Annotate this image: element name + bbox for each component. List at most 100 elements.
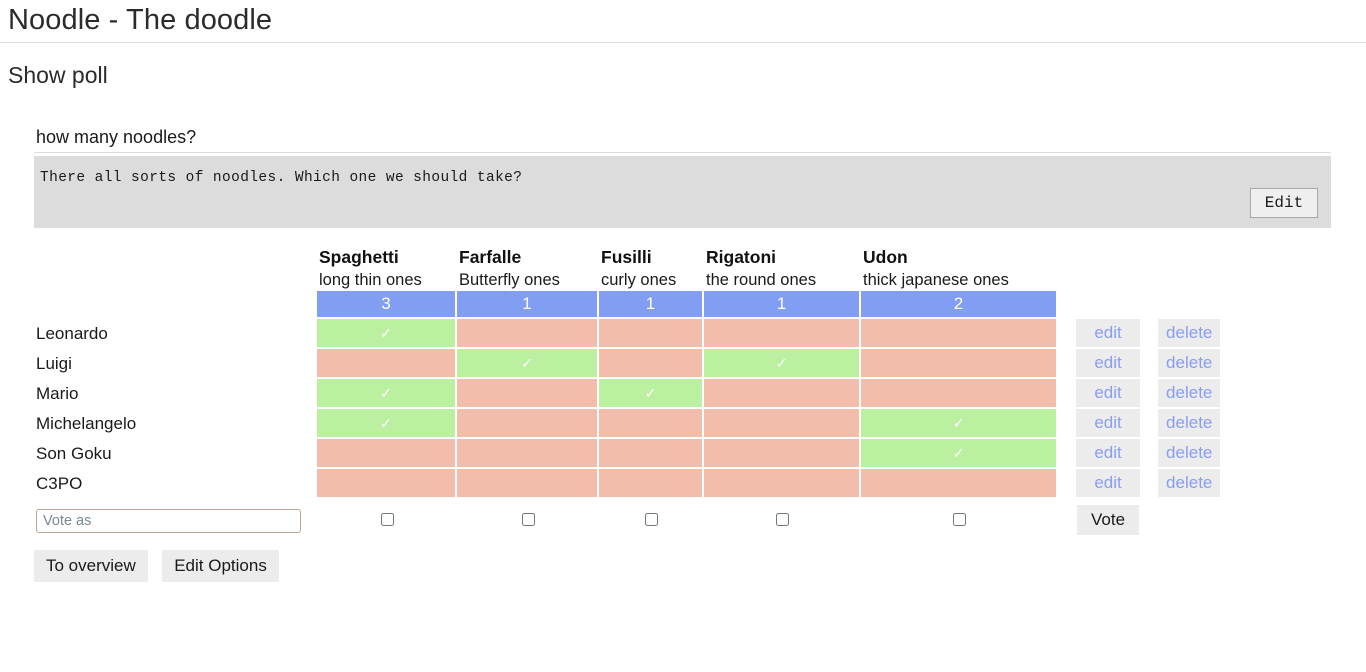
vote-button[interactable]: Vote [1077, 505, 1140, 535]
option-name: Rigatoni [706, 247, 776, 267]
action-gap [1058, 319, 1076, 349]
edit-vote-cell[interactable]: edit [1076, 469, 1141, 499]
check-icon: ✓ [952, 444, 965, 461]
edit-vote-cell[interactable]: edit [1076, 409, 1141, 439]
table-row: Michelangelo ✓ ✓ edit delete [34, 409, 1221, 439]
vote-cell-no [704, 409, 861, 439]
vote-cell-no [599, 349, 704, 379]
option-checkbox-cell [317, 499, 457, 538]
action-head-spacer-count [1058, 291, 1076, 319]
edit-options-button[interactable]: Edit Options [162, 550, 279, 582]
delete-vote-link[interactable]: delete [1166, 413, 1212, 432]
action-gap [1058, 409, 1076, 439]
poll-table-container: Spaghetti long thin ones Farfalle Butterfly… [34, 246, 1221, 538]
participant-name: Luigi [36, 354, 72, 373]
table-row: Luigi ✓ ✓ edit delete [34, 349, 1221, 379]
edit-description-button[interactable]: Edit [1250, 188, 1318, 218]
delete-vote-cell[interactable]: delete [1158, 469, 1221, 499]
option-description: the round ones [706, 271, 817, 289]
delete-vote-cell[interactable]: delete [1158, 439, 1221, 469]
page-title: Noodle - The doodle [8, 4, 273, 36]
vote-cell-no [457, 379, 599, 409]
delete-vote-link[interactable]: delete [1166, 323, 1212, 342]
option-description: Butterfly ones [459, 271, 560, 289]
action-gap [1058, 349, 1076, 379]
option-vote-count: 2 [861, 291, 1058, 319]
vote-cell-yes: ✓ [457, 349, 599, 379]
poll-description-text: There all sorts of noodles. Which one we… [40, 170, 523, 186]
delete-vote-link[interactable]: delete [1166, 353, 1212, 372]
vote-button-cell: Vote [1076, 499, 1140, 538]
delete-vote-link[interactable]: delete [1166, 383, 1212, 402]
option-checkbox-cell [457, 499, 599, 538]
count-row-label-cell [34, 291, 317, 319]
edit-vote-link[interactable]: edit [1094, 323, 1121, 342]
participant-name: Leonardo [36, 324, 108, 343]
poll-table: Spaghetti long thin ones Farfalle Butterfly… [34, 246, 1221, 538]
vote-cell-no [317, 469, 457, 499]
option-checkbox[interactable] [953, 513, 966, 527]
edit-vote-link[interactable]: edit [1094, 473, 1121, 492]
option-name: Udon [863, 247, 908, 267]
option-header-row: Spaghetti long thin ones Farfalle Butterfly… [34, 246, 1220, 291]
vote-as-input[interactable] [36, 508, 301, 533]
vote-cell-no [861, 469, 1058, 499]
table-row: Mario ✓ ✓ edit delete [34, 379, 1221, 409]
vote-cell-yes: ✓ [861, 409, 1058, 439]
delete-vote-link[interactable]: delete [1166, 443, 1212, 462]
action-head-spacer [1058, 246, 1076, 291]
vote-row-gap [1058, 499, 1076, 538]
option-checkbox-cell [599, 499, 704, 538]
check-icon: ✓ [380, 414, 392, 431]
edit-vote-link[interactable]: edit [1094, 383, 1121, 402]
delete-vote-link[interactable]: delete [1166, 473, 1212, 492]
vote-cell-no [704, 469, 861, 499]
option-count-row: 31112 [34, 291, 1220, 319]
delete-vote-cell[interactable]: delete [1158, 379, 1221, 409]
option-header: Spaghetti long thin ones [317, 246, 457, 291]
poll-table-body: Leonardo ✓ edit delete Luigi ✓ ✓ edit delete Mari… [34, 319, 1221, 499]
check-icon: ✓ [952, 414, 965, 431]
option-checkbox[interactable] [776, 513, 789, 527]
option-checkbox[interactable] [380, 513, 394, 527]
edit-vote-cell[interactable]: edit [1076, 319, 1141, 349]
option-header: Rigatoni the round ones [704, 246, 861, 291]
vote-cell-yes: ✓ [861, 439, 1058, 469]
vote-cell-no [317, 349, 457, 379]
name-column-header [34, 246, 317, 291]
vote-cell-no [861, 379, 1058, 409]
option-name: Fusilli [601, 247, 652, 267]
action-gap [1140, 319, 1159, 349]
participant-name: Son Goku [36, 444, 112, 463]
vote-cell-yes: ✓ [317, 409, 457, 439]
action-gap [1140, 469, 1159, 499]
delete-vote-cell[interactable]: delete [1158, 409, 1221, 439]
vote-cell-no [704, 319, 861, 349]
vote-cell-no [704, 379, 861, 409]
action-gap [1140, 379, 1159, 409]
delete-vote-cell[interactable]: delete [1158, 349, 1221, 379]
option-checkbox[interactable] [521, 513, 535, 527]
option-description: curly ones [601, 271, 677, 289]
vote-cell-no [704, 439, 861, 469]
edit-vote-link[interactable]: edit [1094, 353, 1121, 372]
edit-vote-cell[interactable]: edit [1076, 379, 1141, 409]
to-overview-button[interactable]: To overview [34, 550, 148, 582]
action-head-spacer2-count [1076, 291, 1140, 319]
edit-vote-link[interactable]: edit [1094, 413, 1121, 432]
action-gap [1058, 439, 1076, 469]
question-divider [34, 152, 1331, 153]
vote-cell-no [457, 439, 599, 469]
action-head-spacer3 [1140, 246, 1158, 291]
table-row: C3PO edit delete [34, 469, 1221, 499]
edit-vote-cell[interactable]: edit [1076, 439, 1141, 469]
vote-cell-yes: ✓ [704, 349, 861, 379]
vote-cell-yes: ✓ [317, 379, 457, 409]
option-checkbox[interactable] [645, 513, 658, 527]
edit-vote-cell[interactable]: edit [1076, 349, 1141, 379]
delete-vote-cell[interactable]: delete [1158, 319, 1221, 349]
vote-cell-yes: ✓ [317, 319, 457, 349]
vote-cell-no [599, 319, 704, 349]
check-icon: ✓ [521, 354, 533, 371]
edit-vote-link[interactable]: edit [1094, 443, 1121, 462]
